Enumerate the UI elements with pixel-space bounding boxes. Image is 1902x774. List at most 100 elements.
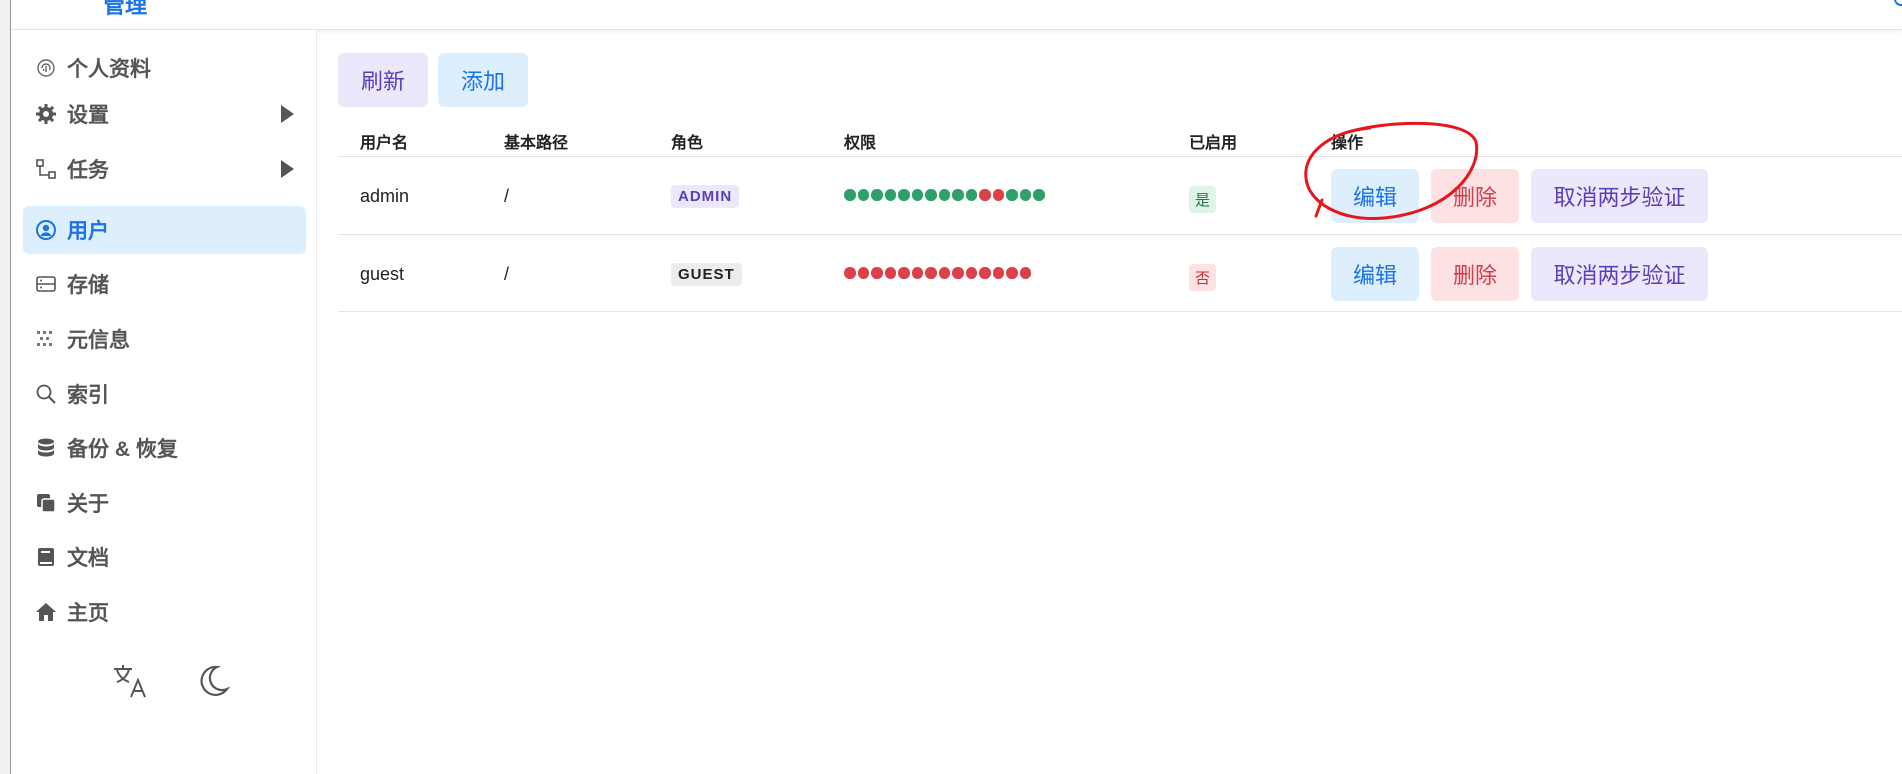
sidebar-item-label: 任务 xyxy=(67,159,109,182)
delete-button[interactable]: 删除 xyxy=(1431,169,1519,223)
permission-denied-dot xyxy=(911,267,923,279)
translate-icon[interactable] xyxy=(110,660,152,702)
permission-granted-dot xyxy=(1006,189,1018,201)
permission-granted-dot xyxy=(1033,189,1045,201)
permission-denied-dot xyxy=(979,189,991,201)
sidebar-item-label: 用户 xyxy=(67,220,109,243)
caret-right-icon[interactable] xyxy=(281,160,294,178)
sidebar-item-home[interactable]: 主页 xyxy=(23,588,306,636)
permission-denied-dot xyxy=(992,267,1004,279)
sidebar-footer xyxy=(110,660,234,702)
permission-granted-dot xyxy=(952,189,964,201)
sidebar-item-tasks[interactable]: 任务 xyxy=(23,145,306,193)
storage-icon xyxy=(33,271,59,297)
top-header: 管理 xyxy=(11,0,1902,30)
sidebar-item-label: 备份 & 恢复 xyxy=(67,438,178,461)
column-header-actions: 操作 xyxy=(1331,135,1364,152)
permission-denied-dot xyxy=(925,267,937,279)
permission-granted-dot xyxy=(938,189,950,201)
base-path-cell: / xyxy=(504,264,510,284)
enabled-badge: 是 xyxy=(1189,186,1217,213)
permission-denied-dot xyxy=(1006,267,1018,279)
permission-granted-dot xyxy=(898,189,910,201)
role-badge: ADMIN xyxy=(671,185,740,208)
permission-denied-dot xyxy=(992,189,1004,201)
sidebar-item-backup[interactable]: 备份 & 恢复 xyxy=(23,424,306,472)
sidebar-item-storage[interactable]: 存储 xyxy=(23,260,306,308)
gear-icon xyxy=(33,101,59,127)
avatar[interactable] xyxy=(1894,0,1902,6)
sidebar-item-label: 主页 xyxy=(67,602,109,625)
caret-right-icon[interactable] xyxy=(281,105,294,123)
sidebar: 个人资料 设置 任务 用户 存储 元信息 索引 备份 & 恢复 关于 文档 主页 xyxy=(11,30,317,774)
permission-denied-dot xyxy=(857,267,869,279)
column-header-enabled[interactable]: 已启用 xyxy=(1189,129,1237,153)
username-cell: guest xyxy=(360,264,405,284)
sidebar-item-docs[interactable]: 文档 xyxy=(23,533,306,581)
sidebar-item-users[interactable]: 用户 xyxy=(23,206,306,254)
permission-granted-dot xyxy=(844,189,856,201)
sidebar-item-index[interactable]: 索引 xyxy=(23,370,306,418)
workflow-icon xyxy=(33,156,59,182)
column-header-permissions[interactable]: 权限 xyxy=(844,129,876,153)
cancel-2fa-button[interactable]: 取消两步验证 xyxy=(1531,247,1708,301)
delete-button[interactable]: 删除 xyxy=(1431,247,1519,301)
permission-granted-dot xyxy=(911,189,923,201)
sidebar-item-metadata[interactable]: 元信息 xyxy=(23,315,306,363)
permission-denied-dot xyxy=(884,267,896,279)
permission-granted-dot xyxy=(925,189,937,201)
permission-denied-dot xyxy=(898,267,910,279)
permission-granted-dot xyxy=(857,189,869,201)
permission-denied-dot xyxy=(979,267,991,279)
table-divider xyxy=(338,234,1902,235)
permission-granted-dot xyxy=(1019,189,1031,201)
fingerprint-icon xyxy=(33,55,59,81)
sidebar-item-label: 索引 xyxy=(67,384,109,407)
sidebar-item-profile[interactable]: 个人资料 xyxy=(23,44,306,92)
sidebar-item-label: 个人资料 xyxy=(67,58,151,81)
permission-indicators xyxy=(844,267,1031,279)
book-icon xyxy=(33,544,59,570)
moon-icon[interactable] xyxy=(192,660,234,702)
edit-button[interactable]: 编辑 xyxy=(1331,247,1419,301)
enabled-badge: 否 xyxy=(1189,264,1217,291)
user-circle-icon xyxy=(33,217,59,243)
table-divider xyxy=(338,311,1902,312)
permission-indicators xyxy=(844,189,1045,201)
sidebar-item-label: 元信息 xyxy=(67,329,130,352)
cancel-2fa-button[interactable]: 取消两步验证 xyxy=(1531,169,1708,223)
sidebar-item-label: 文档 xyxy=(67,547,109,570)
home-icon xyxy=(33,599,59,625)
sidebar-item-about[interactable]: 关于 xyxy=(23,479,306,527)
username-cell: admin xyxy=(360,186,410,206)
sidebar-item-settings[interactable]: 设置 xyxy=(23,90,306,138)
add-user-button[interactable]: 添加 xyxy=(438,53,528,107)
permission-granted-dot xyxy=(871,189,883,201)
table-divider xyxy=(338,156,1902,157)
window-edge xyxy=(0,0,11,774)
column-header-username[interactable]: 用户名 xyxy=(360,129,408,153)
base-path-cell: / xyxy=(504,186,510,206)
main-content: 刷新 添加 用户名 基本路径 角色 权限 已启用 操作 admin / ADMI… xyxy=(318,30,1902,774)
permission-denied-dot xyxy=(871,267,883,279)
column-header-role[interactable]: 角色 xyxy=(671,129,703,153)
permission-denied-dot xyxy=(938,267,950,279)
role-badge: GUEST xyxy=(671,263,742,286)
search-icon xyxy=(33,381,59,407)
app-logo-text: 管理 xyxy=(103,0,148,18)
permission-granted-dot xyxy=(884,189,896,201)
column-header-base-path[interactable]: 基本路径 xyxy=(504,129,568,153)
permission-granted-dot xyxy=(965,189,977,201)
sidebar-item-label: 关于 xyxy=(67,493,109,516)
metadata-icon xyxy=(33,326,59,352)
sidebar-item-label: 存储 xyxy=(67,274,109,297)
sidebar-item-label: 设置 xyxy=(67,104,109,127)
edit-button[interactable]: 编辑 xyxy=(1331,169,1419,223)
refresh-button[interactable]: 刷新 xyxy=(338,53,428,107)
copy-icon xyxy=(33,490,59,516)
permission-denied-dot xyxy=(844,267,856,279)
permission-denied-dot xyxy=(952,267,964,279)
database-icon xyxy=(33,435,59,461)
permission-denied-dot xyxy=(965,267,977,279)
permission-denied-dot xyxy=(1019,267,1031,279)
